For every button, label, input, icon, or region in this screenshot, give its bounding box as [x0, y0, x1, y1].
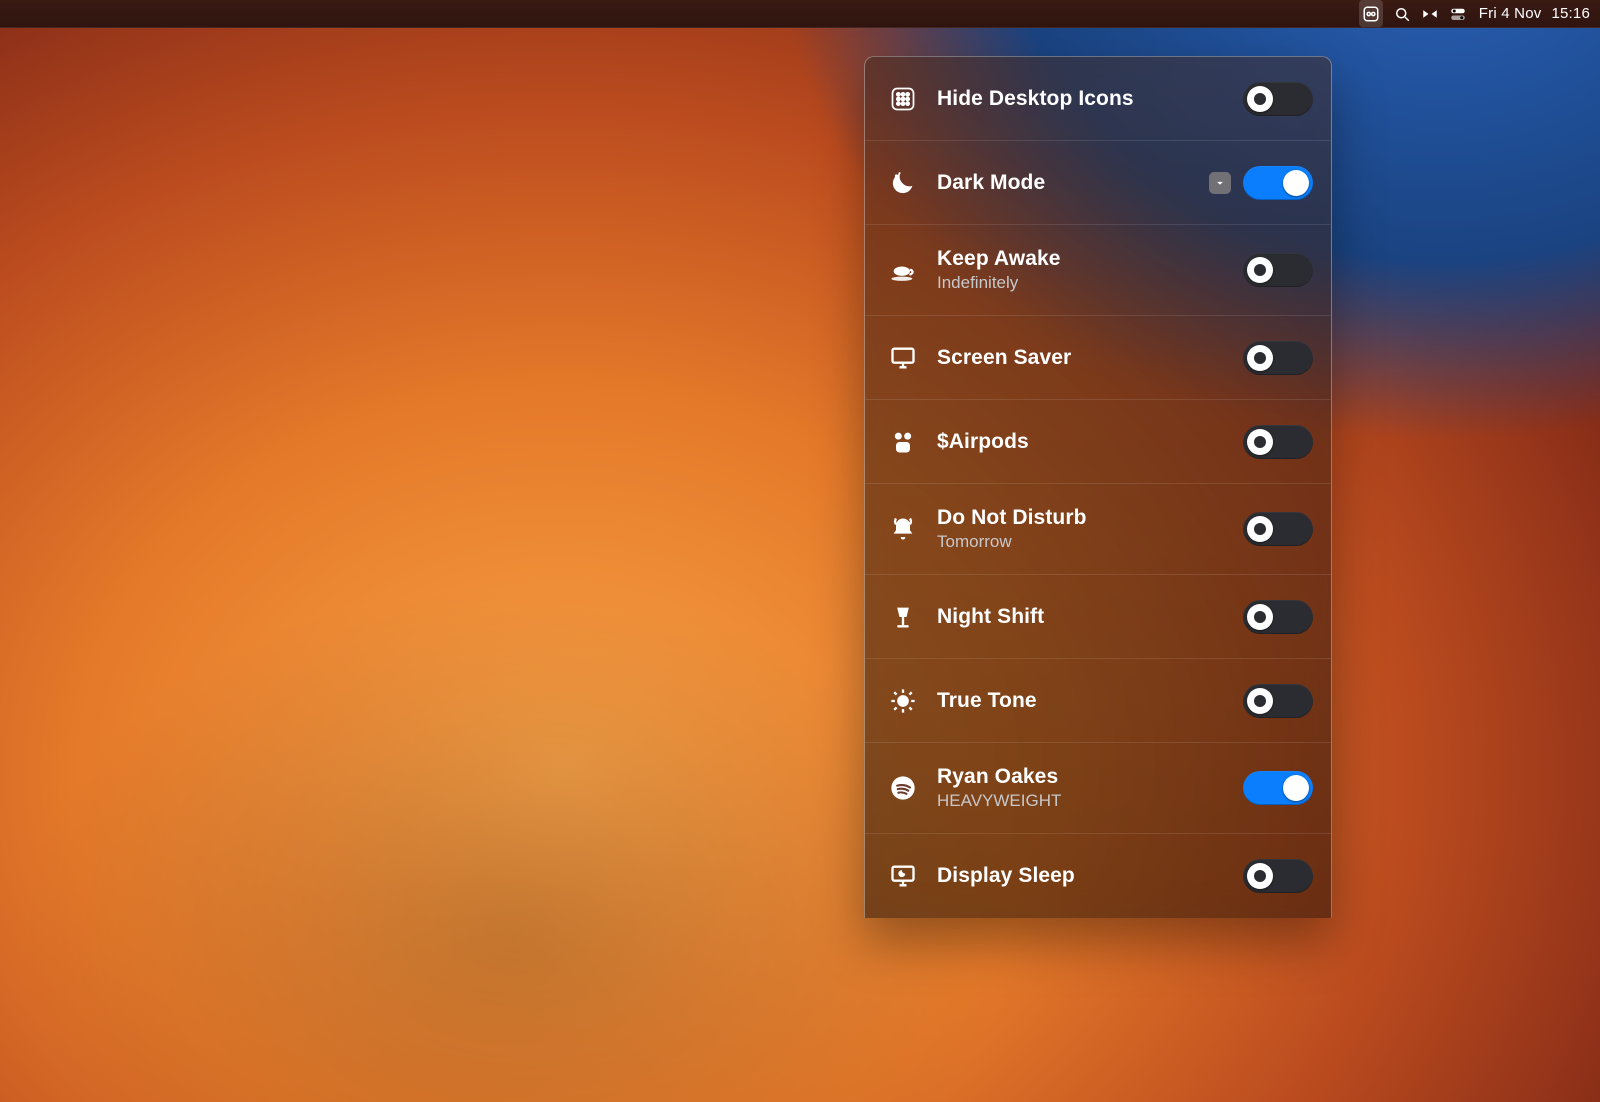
toggle-night-shift[interactable] — [1243, 600, 1313, 634]
monitor-icon — [877, 344, 929, 372]
settings-panel: Hide Desktop Icons Dark Mode — [864, 56, 1332, 918]
row-now-playing[interactable]: Ryan Oakes HEAVYWEIGHT — [865, 743, 1331, 834]
grid-icon — [877, 85, 929, 113]
now-playing-title: Ryan Oakes — [937, 765, 1235, 789]
toggle-do-not-disturb[interactable] — [1243, 512, 1313, 546]
menubar-status-area: Fri 4 Nov 15:16 — [1359, 0, 1590, 27]
toggle-airpods[interactable] — [1243, 425, 1313, 459]
control-center-icon[interactable] — [1449, 0, 1467, 27]
menubar-time: 15:16 — [1551, 5, 1590, 22]
row-title: Display Sleep — [937, 864, 1235, 888]
menubar-app-icon[interactable] — [1359, 0, 1383, 27]
toggle-screen-saver[interactable] — [1243, 341, 1313, 375]
one-switch-panel: Hide Desktop Icons Dark Mode — [864, 56, 1332, 918]
spotify-icon — [877, 774, 929, 802]
menubar-date: Fri 4 Nov — [1479, 5, 1542, 22]
moon-icon — [877, 169, 929, 197]
row-night-shift[interactable]: Night Shift — [865, 575, 1331, 659]
toggle-keep-awake[interactable] — [1243, 253, 1313, 287]
row-title: Dark Mode — [937, 171, 1201, 195]
menubar-clock[interactable]: Fri 4 Nov 15:16 — [1479, 5, 1590, 22]
coffee-icon — [877, 256, 929, 284]
row-do-not-disturb[interactable]: Do Not Disturb Tomorrow — [865, 484, 1331, 575]
search-icon[interactable] — [1393, 0, 1411, 27]
display-sleep-icon — [877, 862, 929, 890]
row-subtitle: Indefinitely — [937, 273, 1235, 293]
lamp-icon — [877, 603, 929, 631]
now-playing-subtitle: HEAVYWEIGHT — [937, 791, 1235, 811]
bell-icon — [877, 515, 929, 543]
row-airpods[interactable]: $Airpods — [865, 400, 1331, 484]
row-title: Keep Awake — [937, 247, 1235, 271]
toggle-true-tone[interactable] — [1243, 684, 1313, 718]
bowtie-icon[interactable] — [1421, 0, 1439, 27]
row-hide-desktop-icons[interactable]: Hide Desktop Icons — [865, 57, 1331, 141]
row-display-sleep[interactable]: Display Sleep — [865, 834, 1331, 918]
row-title: True Tone — [937, 689, 1235, 713]
toggle-hide-desktop-icons[interactable] — [1243, 82, 1313, 116]
airpods-icon — [877, 428, 929, 456]
row-title: Hide Desktop Icons — [937, 87, 1235, 111]
dark-mode-options-chevron[interactable] — [1209, 172, 1231, 194]
toggle-dark-mode[interactable] — [1243, 166, 1313, 200]
toggle-now-playing[interactable] — [1243, 771, 1313, 805]
row-dark-mode[interactable]: Dark Mode — [865, 141, 1331, 225]
row-title: $Airpods — [937, 430, 1235, 454]
desktop-wallpaper — [0, 0, 1600, 1102]
row-keep-awake[interactable]: Keep Awake Indefinitely — [865, 225, 1331, 316]
row-screen-saver[interactable]: Screen Saver — [865, 316, 1331, 400]
row-subtitle: Tomorrow — [937, 532, 1235, 552]
row-title: Night Shift — [937, 605, 1235, 629]
menubar: Fri 4 Nov 15:16 — [0, 0, 1600, 28]
row-title: Do Not Disturb — [937, 506, 1235, 530]
row-true-tone[interactable]: True Tone — [865, 659, 1331, 743]
sun-icon — [877, 687, 929, 715]
row-title: Screen Saver — [937, 346, 1235, 370]
toggle-display-sleep[interactable] — [1243, 859, 1313, 893]
